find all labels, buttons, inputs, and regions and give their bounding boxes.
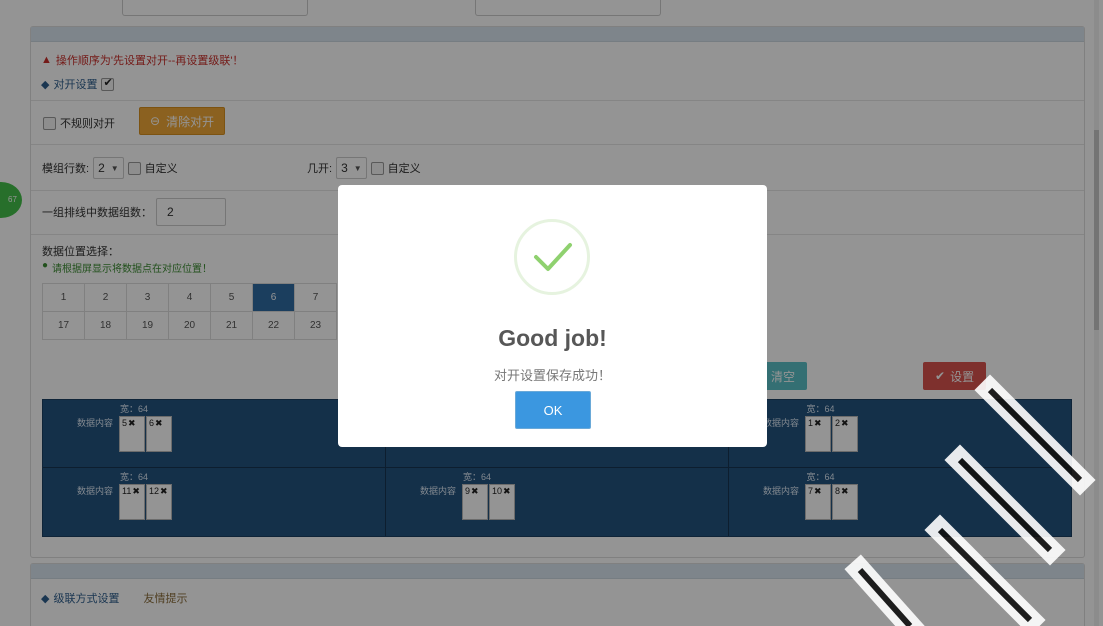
dialog-title: Good job! (498, 325, 607, 351)
watermark-graphic (844, 374, 1096, 626)
page: ▲ 操作顺序为'先设置对开--再设置级联'！ ◆ 对开设置 不规则对开 ⊖ 清除… (0, 0, 1103, 626)
success-icon (514, 219, 590, 295)
ok-button[interactable]: OK (515, 391, 591, 429)
success-dialog: Good job! 对开设置保存成功！ OK (338, 185, 767, 447)
dialog-message: 对开设置保存成功！ (493, 368, 611, 383)
